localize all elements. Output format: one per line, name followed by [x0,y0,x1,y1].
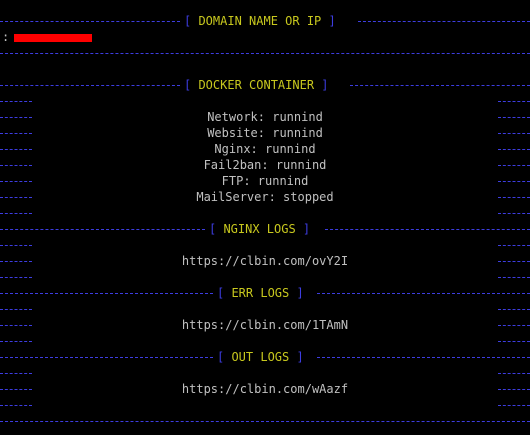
docker-row-network: Network: runnind [0,110,530,125]
out-logs-link[interactable]: https://clbin.com/wAazf [0,382,530,396]
terminal-window: [ DOMAIN NAME OR IP ] : [ DOCKER CONTAIN… [0,0,530,435]
docker-row-fail2ban: Fail2ban: runnind [0,158,530,173]
nginx-logs-title-row: [ NGINX LOGS ] [0,222,530,237]
docker-title-row: [ DOCKER CONTAINER ] [0,78,530,93]
nginx-logs-title: [ NGINX LOGS ] [209,222,311,236]
out-row-blank [0,367,530,381]
out-logs-title-row: [ OUT LOGS ] [0,350,530,365]
redacted-domain [14,34,92,42]
out-logs-title: [ OUT LOGS ] [217,350,304,364]
docker-row-nginx: Nginx: runnind [0,142,530,157]
docker-row-blank [0,95,530,109]
docker-row-ftp: FTP: runnind [0,174,530,189]
separator [0,47,530,61]
nginx-row-blank [0,239,530,253]
domain-value-row: : [0,30,530,45]
docker-row-website: Website: runnind [0,126,530,141]
domain-prompt: : [2,30,10,44]
err-logs-title-row: [ ERR LOGS ] [0,286,530,301]
nginx-logs-row: https://clbin.com/ovY2I [0,254,530,269]
docker-row-blank [0,207,530,221]
separator [0,415,530,429]
out-row-blank [0,399,530,413]
err-row-blank [0,303,530,317]
domain-title: [ DOMAIN NAME OR IP ] [184,14,336,28]
docker-title: [ DOCKER CONTAINER ] [184,78,329,92]
err-logs-title: [ ERR LOGS ] [217,286,304,300]
err-logs-link[interactable]: https://clbin.com/1TAmN [0,318,530,332]
domain-title-row: [ DOMAIN NAME OR IP ] [0,14,530,29]
nginx-row-blank [0,271,530,285]
out-logs-row: https://clbin.com/wAazf [0,382,530,397]
nginx-logs-link[interactable]: https://clbin.com/ovY2I [0,254,530,268]
err-row-blank [0,335,530,349]
docker-row-mailserver: MailServer: stopped [0,190,530,205]
err-logs-row: https://clbin.com/1TAmN [0,318,530,333]
